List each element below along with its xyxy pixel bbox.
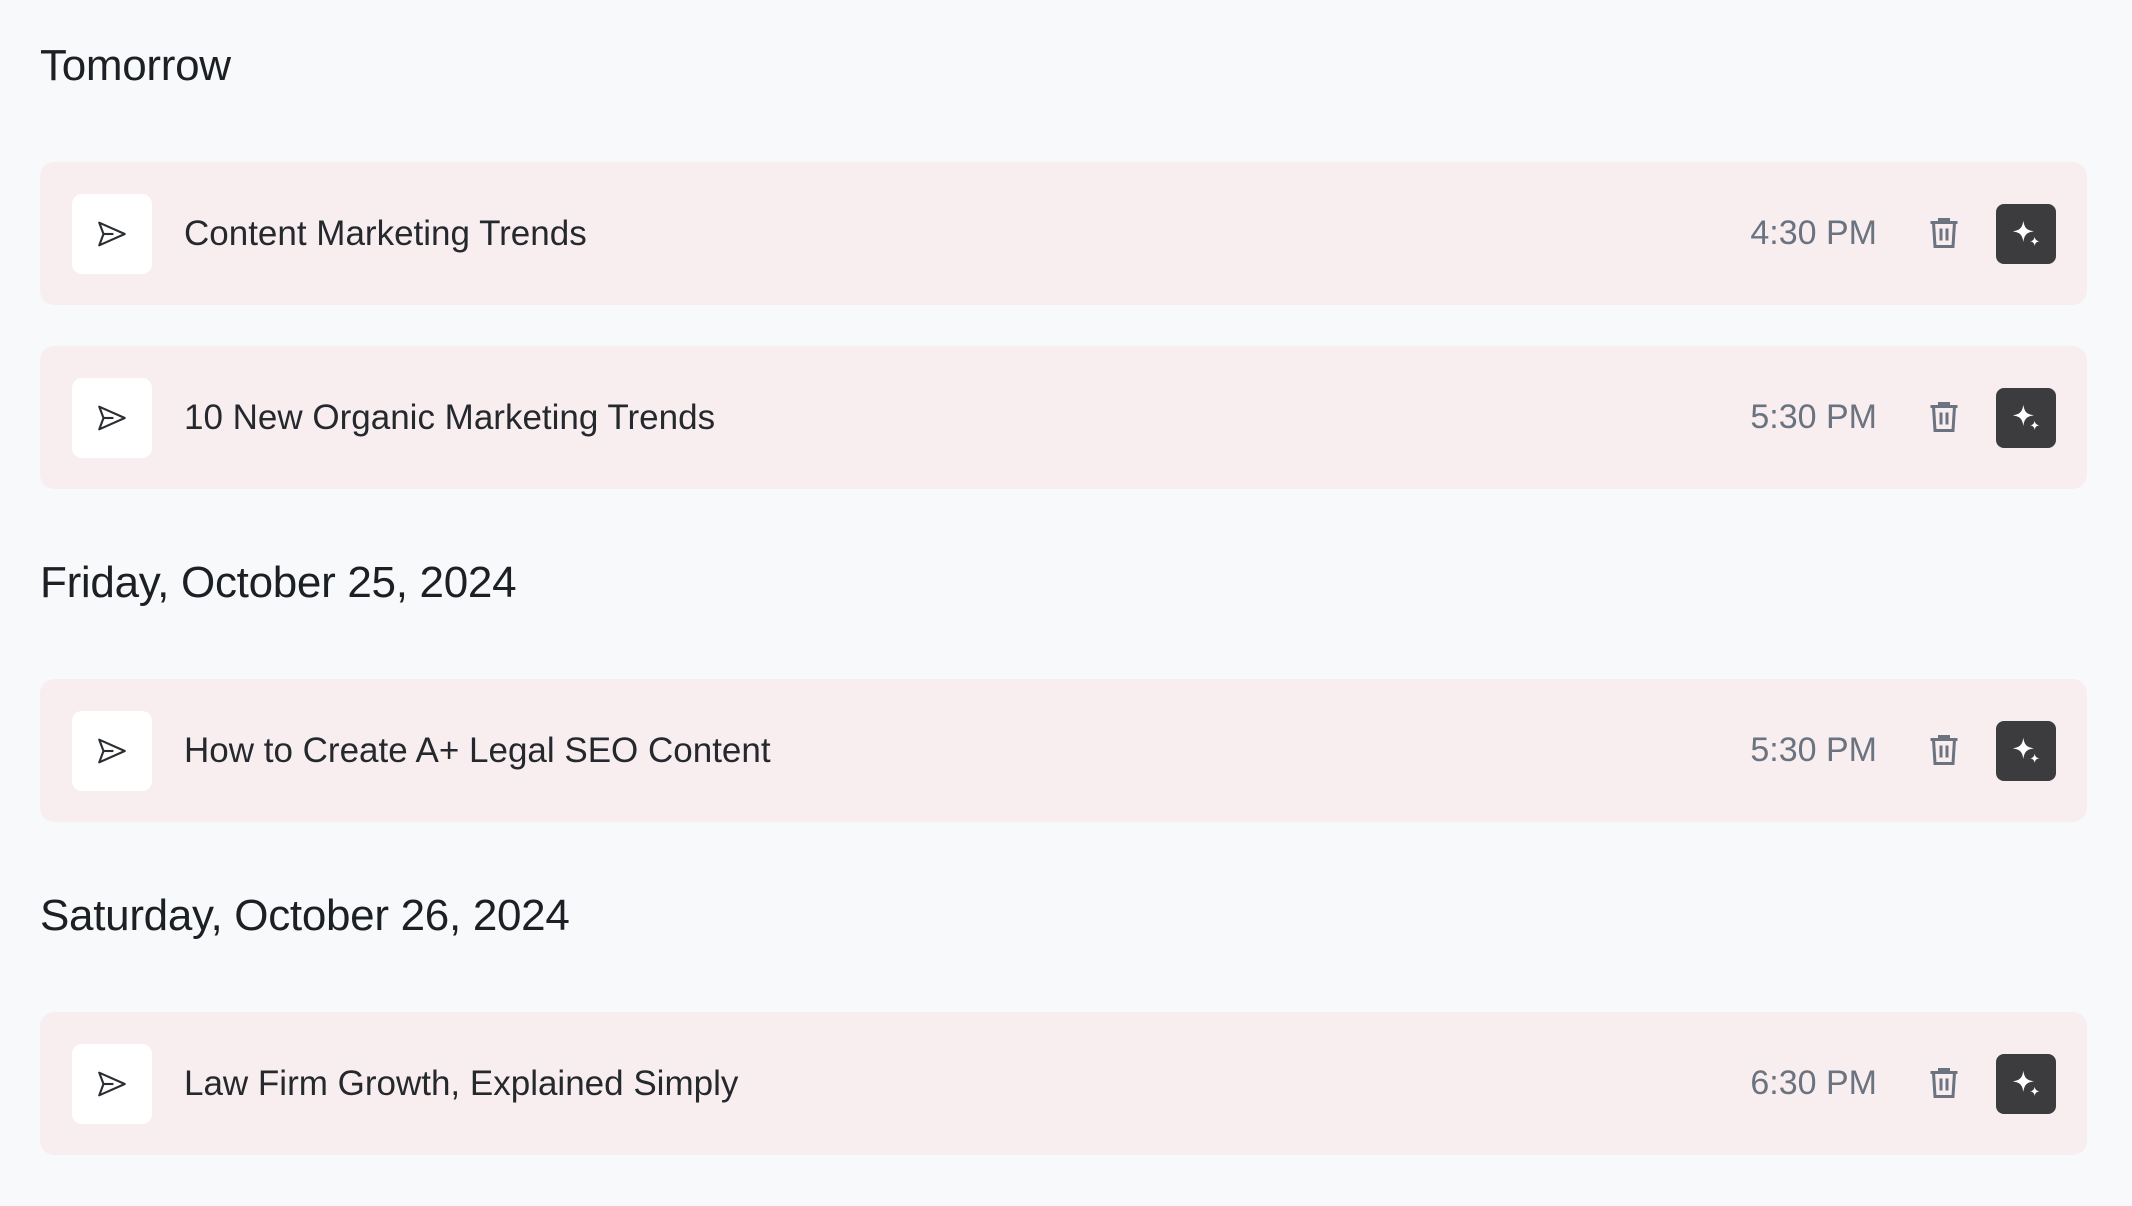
- trash-icon: [1930, 1068, 1958, 1098]
- item-time: 6:30 PM: [1750, 1064, 1877, 1102]
- delete-button[interactable]: [1924, 397, 1964, 437]
- scheduled-item[interactable]: Law Firm Growth, Explained Simply 6:30 P…: [40, 1012, 2087, 1155]
- item-time: 4:30 PM: [1750, 214, 1877, 252]
- group-heading-saturday: Saturday, October 26, 2024: [40, 891, 570, 940]
- item-time: 5:30 PM: [1750, 398, 1877, 436]
- item-title[interactable]: How to Create A+ Legal SEO Content: [184, 679, 771, 822]
- scheduled-item[interactable]: Content Marketing Trends 4:30 PM: [40, 162, 2087, 305]
- scheduled-item[interactable]: 10 New Organic Marketing Trends 5:30 PM: [40, 346, 2087, 489]
- send-icon[interactable]: [72, 194, 152, 274]
- delete-button[interactable]: [1924, 213, 1964, 253]
- group-heading-friday: Friday, October 25, 2024: [40, 558, 517, 607]
- scheduled-posts-page: Tomorrow Content Marketing Trends 4:30 P…: [0, 0, 2132, 1206]
- sparkle-icon: [2012, 220, 2040, 246]
- item-title[interactable]: Law Firm Growth, Explained Simply: [184, 1012, 738, 1155]
- ai-generate-button[interactable]: [1996, 1054, 2056, 1114]
- send-icon[interactable]: [72, 1044, 152, 1124]
- ai-generate-button[interactable]: [1996, 388, 2056, 448]
- send-icon[interactable]: [72, 711, 152, 791]
- sparkle-icon: [2012, 404, 2040, 430]
- sparkle-icon: [2012, 737, 2040, 763]
- scheduled-item[interactable]: How to Create A+ Legal SEO Content 5:30 …: [40, 679, 2087, 822]
- trash-icon: [1930, 218, 1958, 248]
- ai-generate-button[interactable]: [1996, 721, 2056, 781]
- trash-icon: [1930, 402, 1958, 432]
- item-title[interactable]: 10 New Organic Marketing Trends: [184, 346, 715, 489]
- item-title[interactable]: Content Marketing Trends: [184, 162, 587, 305]
- ai-generate-button[interactable]: [1996, 204, 2056, 264]
- sparkle-icon: [2012, 1070, 2040, 1096]
- delete-button[interactable]: [1924, 1063, 1964, 1103]
- delete-button[interactable]: [1924, 730, 1964, 770]
- group-heading-tomorrow: Tomorrow: [40, 41, 231, 90]
- send-icon[interactable]: [72, 378, 152, 458]
- trash-icon: [1930, 735, 1958, 765]
- item-time: 5:30 PM: [1750, 731, 1877, 769]
